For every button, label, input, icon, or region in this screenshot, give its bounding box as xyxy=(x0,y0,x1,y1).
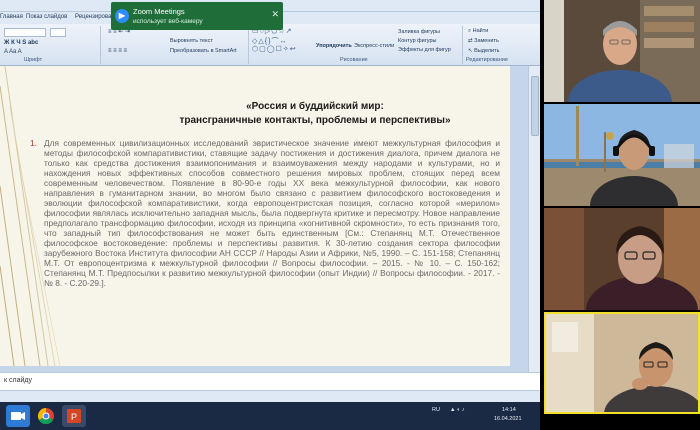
replace-label: Заменить xyxy=(474,38,499,44)
quick-styles-button[interactable]: Экспресс-стили xyxy=(354,43,394,49)
slide-title-line1: «Россия и буддийский мир: xyxy=(246,101,384,112)
find-label: Найти xyxy=(472,28,489,34)
slide-workspace: «Россия и буддийский мир: трансграничные… xyxy=(0,66,540,372)
slide-body-text: Для современных цивилизационных исследов… xyxy=(44,138,500,288)
scrollbar-thumb[interactable] xyxy=(531,76,539,136)
font-size-box[interactable] xyxy=(50,28,66,37)
align-buttons[interactable]: ≡ ≡ ≡ ≡ xyxy=(108,48,127,54)
slide-title: «Россия и буддийский мир: трансграничные… xyxy=(150,100,480,128)
find-button[interactable]: ⌕ Найти xyxy=(468,28,488,35)
tab-home[interactable]: Главная xyxy=(0,14,23,20)
participant-2-video xyxy=(544,104,700,206)
slide-body: 1. Для современных цивилизационных иссле… xyxy=(30,138,500,288)
clock-date[interactable]: 16.04.2021 xyxy=(494,416,522,422)
powerpoint-taskbar-icon[interactable]: P xyxy=(62,405,86,427)
svg-text:P: P xyxy=(71,412,77,422)
zoom-notification-title: Zoom Meetings xyxy=(133,7,185,16)
select-button[interactable]: ↖ Выделить xyxy=(468,48,500,54)
notes-pane[interactable]: к слайду xyxy=(0,372,540,390)
shape-fill-button[interactable]: Заливка фигуры xyxy=(398,29,440,35)
participant-video-2[interactable] xyxy=(544,104,700,206)
replace-button[interactable]: ⇄ Заменить xyxy=(468,38,499,44)
participant-video-3[interactable] xyxy=(544,208,700,310)
zoom-notification-message: использует веб-камеру xyxy=(133,18,203,25)
font-color-buttons[interactable]: A Aa A xyxy=(4,49,22,55)
chrome-icon[interactable] xyxy=(34,405,58,427)
list-number: 1. xyxy=(30,138,37,148)
shape-outline-button[interactable]: Контур фигуры xyxy=(398,38,436,44)
group-drawing-label: Рисование xyxy=(340,57,368,63)
vertical-scrollbar[interactable] xyxy=(528,66,540,372)
language-indicator[interactable]: RU xyxy=(432,407,440,413)
tab-slideshow[interactable]: Показ слайдов xyxy=(26,14,67,20)
font-style-buttons[interactable]: Ж К Ч S abc xyxy=(4,40,38,46)
system-tray: RU ▲ ◐ ♪ 14:14 16.04.2021 xyxy=(430,404,540,428)
group-font-label: Шрифт xyxy=(24,57,43,63)
zoom-taskbar-icon[interactable] xyxy=(6,405,30,427)
ribbon-separator xyxy=(100,26,101,64)
ribbon-separator xyxy=(462,26,463,64)
notes-placeholder: к слайду xyxy=(4,377,32,384)
ribbon-separator xyxy=(248,26,249,64)
slide[interactable]: «Россия и буддийский мир: трансграничные… xyxy=(0,66,510,366)
participant-3-video xyxy=(544,208,700,310)
group-editing-label: Редактирование xyxy=(466,57,508,63)
screen: Главная Показ слайдов Рецензирование Ж К… xyxy=(0,0,700,430)
zoom-logo-icon: ▶ xyxy=(115,9,129,23)
close-icon[interactable]: ✕ xyxy=(271,9,279,20)
smartart-button[interactable]: Преобразовать в SmartArt xyxy=(170,48,237,54)
powerpoint-window: Главная Показ слайдов Рецензирование Ж К… xyxy=(0,0,540,402)
zoom-notification[interactable]: ▶ Zoom Meetings использует веб-камеру ✕ xyxy=(111,2,283,30)
participant-1-video xyxy=(544,0,700,102)
align-text-button[interactable]: Выровнять текст xyxy=(170,38,213,44)
participant-video-1[interactable] xyxy=(544,0,700,102)
font-name-box[interactable] xyxy=(4,28,46,37)
arrange-button[interactable]: Упорядочить xyxy=(316,43,352,49)
select-label: Выделить xyxy=(474,48,500,54)
slide-title-line2: трансграничные контакты, проблемы и перс… xyxy=(179,115,451,126)
ribbon: Ж К Ч S abc A Aa A Шрифт ≡ ≡ ⇤ ⇥ Выровня… xyxy=(0,24,540,66)
shape-effects-button[interactable]: Эффекты для фигур xyxy=(398,47,451,53)
participant-4-video xyxy=(544,312,700,414)
participant-video-4[interactable] xyxy=(544,312,700,414)
tray-icons[interactable]: ▲ ◐ ♪ xyxy=(450,407,465,413)
shapes-gallery-row3[interactable]: ⬡▢◯☐✧↩ xyxy=(252,45,297,53)
status-bar xyxy=(0,390,540,402)
clock-time[interactable]: 14:14 xyxy=(502,407,516,413)
